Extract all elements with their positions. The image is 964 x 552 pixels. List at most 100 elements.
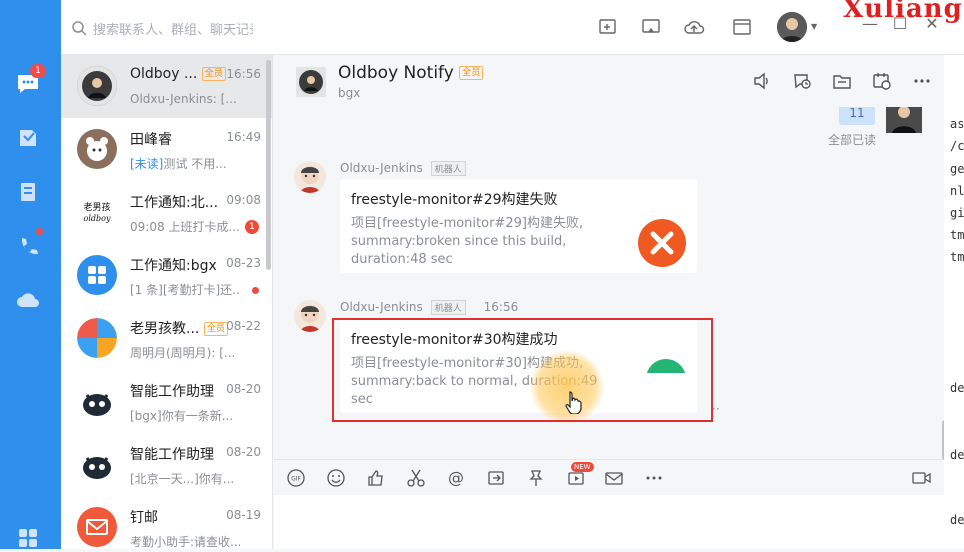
avatar (77, 129, 117, 169)
group-avatar (77, 318, 117, 358)
conversation-time: 16:49 (226, 130, 261, 144)
sender-name: Oldxu-Jenkins (340, 161, 423, 175)
emoji-icon[interactable] (324, 466, 348, 490)
history-icon[interactable] (790, 69, 814, 93)
close-button[interactable]: ✕ (921, 14, 943, 33)
terminal-text: ge (950, 162, 964, 176)
robot-avatar (77, 381, 117, 421)
avatar (77, 66, 117, 106)
conversation-item[interactable]: 老男孩教... 全员 08-22 周明月(周明月): [... (61, 307, 272, 370)
conversation-item[interactable]: 智能工作助理 08-20 [bgx]你有一条新... (61, 370, 272, 433)
conversation-preview: Oldxu-Jenkins: [... (130, 92, 237, 106)
input-toolbar: GIF @ NEW (274, 459, 944, 495)
chat-header: Oldboy Notify 全员 bgx (274, 55, 944, 107)
mention-icon[interactable]: @ (444, 466, 468, 490)
search-input[interactable]: 搜索联系人、群组、聊天记录 (93, 19, 253, 38)
conversation-name: 工作通知:bgx (130, 258, 217, 274)
message-card[interactable]: freestyle-monitor#29构建失败 项目[freestyle-mo… (340, 179, 697, 273)
conversation-item[interactable]: 田峰睿 16:49 [未读]测试 不用... (61, 118, 272, 181)
gif-icon[interactable]: GIF (284, 466, 308, 490)
conversation-preview: [1 条][考勤打卡]还... (130, 283, 240, 297)
my-message-bubble[interactable]: 11 (839, 107, 875, 125)
chat-avatar (296, 67, 326, 97)
conversation-preview: [北京一天...]你有... (130, 472, 235, 486)
search-box[interactable]: 搜索联系人、群组、聊天记录 (71, 14, 271, 42)
conversation-item[interactable]: Oldboy ... 全员 16:56 Oldxu-Jenkins: [... (61, 55, 272, 118)
svg-text:oldboy: oldboy (84, 214, 111, 223)
folder-icon[interactable] (830, 69, 854, 93)
conversation-item[interactable]: 钉邮 08-19 考勤小助手:请查收... (61, 496, 272, 549)
highlight-box (332, 318, 713, 422)
conversation-name: 田峰睿 (130, 132, 172, 148)
pin-icon[interactable] (524, 466, 548, 490)
thumbs-up-icon[interactable] (364, 466, 388, 490)
terminal-text: de (950, 513, 964, 527)
screen-share-icon[interactable] (638, 14, 664, 40)
maximize-button[interactable]: ☐ (889, 14, 911, 33)
more-icon[interactable] (910, 69, 934, 93)
sender-name: Oldxu-Jenkins (340, 300, 423, 314)
conversation-time: 08-20 (226, 445, 261, 459)
avatar: 老男孩 oldboy (77, 192, 117, 232)
conversation-item[interactable]: 智能工作助理 08-20 [北京一天...]你有... (61, 433, 272, 496)
forward-icon[interactable] (484, 466, 508, 490)
tag-badge: 全员 (201, 67, 226, 81)
conversation-item[interactable]: 老男孩 oldboy 工作通知:北... 09:08 09:08 上班打卡成...… (61, 181, 272, 244)
svg-text:GIF: GIF (291, 476, 301, 483)
cloud-upload-icon[interactable] (681, 14, 707, 40)
card-title: freestyle-monitor#29构建失败 (351, 192, 558, 208)
work-icon[interactable] (14, 124, 42, 152)
conversation-name: 智能工作助理 (130, 384, 214, 400)
list-scrollbar[interactable] (266, 60, 271, 270)
left-nav: 1 (0, 0, 61, 549)
ellipsis-icon: ·· (712, 402, 720, 416)
window-icon[interactable] (729, 14, 755, 40)
scissors-icon[interactable] (404, 466, 428, 490)
video-call-icon[interactable] (910, 466, 934, 490)
terminal-text: de (950, 381, 964, 395)
robot-badge: 机器人 (430, 161, 466, 176)
contacts-icon[interactable] (14, 178, 42, 206)
svg-text:@: @ (448, 468, 464, 487)
conversation-preview: 考勤小助手:请查收... (130, 535, 240, 549)
conversation-item[interactable]: 工作通知:bgx 08-23 [1 条][考勤打卡]还... (61, 244, 272, 307)
terminal-text: de (950, 448, 964, 462)
terminal-text: tm (950, 250, 964, 264)
message-input[interactable] (274, 495, 944, 549)
cloud-icon[interactable] (14, 286, 42, 314)
terminal-text: nl (950, 184, 964, 198)
conversation-name: 工作通知:北... (130, 195, 219, 211)
conversation-time: 09:08 (226, 193, 261, 207)
unread-dot (252, 287, 259, 294)
user-avatar[interactable] (777, 12, 807, 42)
conversation-preview: 09:08 上班打卡成... (130, 220, 240, 234)
tag-badge: 全员 (459, 66, 484, 80)
read-status[interactable]: 全部已读 (828, 131, 876, 148)
calendar-icon[interactable] (870, 69, 894, 93)
terminal-text: as (950, 117, 964, 131)
apps-grid-icon[interactable] (14, 524, 42, 552)
unread-label: [未读] (130, 157, 164, 171)
minimize-button[interactable]: — (859, 14, 881, 33)
conversation-name: Oldboy ... (130, 66, 198, 82)
robot-badge: 机器人 (430, 300, 466, 315)
add-icon[interactable] (595, 14, 621, 40)
terminal-text: /c (950, 139, 964, 153)
chat-subtitle: bgx (338, 86, 361, 100)
speaker-icon[interactable] (750, 69, 774, 93)
phone-icon[interactable] (14, 232, 42, 260)
conversation-list: Oldboy ... 全员 16:56 Oldxu-Jenkins: [... … (61, 55, 273, 549)
mail-icon[interactable] (602, 466, 626, 490)
chevron-down-icon[interactable]: ▼ (811, 22, 817, 31)
jenkins-avatar (294, 161, 326, 193)
conversation-time: 08-23 (226, 256, 261, 270)
terminal-text: gi (950, 206, 964, 220)
conversation-preview: [bgx]你有一条新... (130, 409, 234, 423)
conversation-name: 钉邮 (130, 510, 158, 526)
conversation-preview: 测试 不用... (163, 157, 227, 171)
phone-dot (36, 228, 43, 235)
app-grid-avatar (77, 255, 117, 295)
unread-count-badge: 1 (245, 220, 259, 234)
conversation-time: 08-22 (226, 319, 261, 333)
more-tools-icon[interactable] (642, 466, 666, 490)
